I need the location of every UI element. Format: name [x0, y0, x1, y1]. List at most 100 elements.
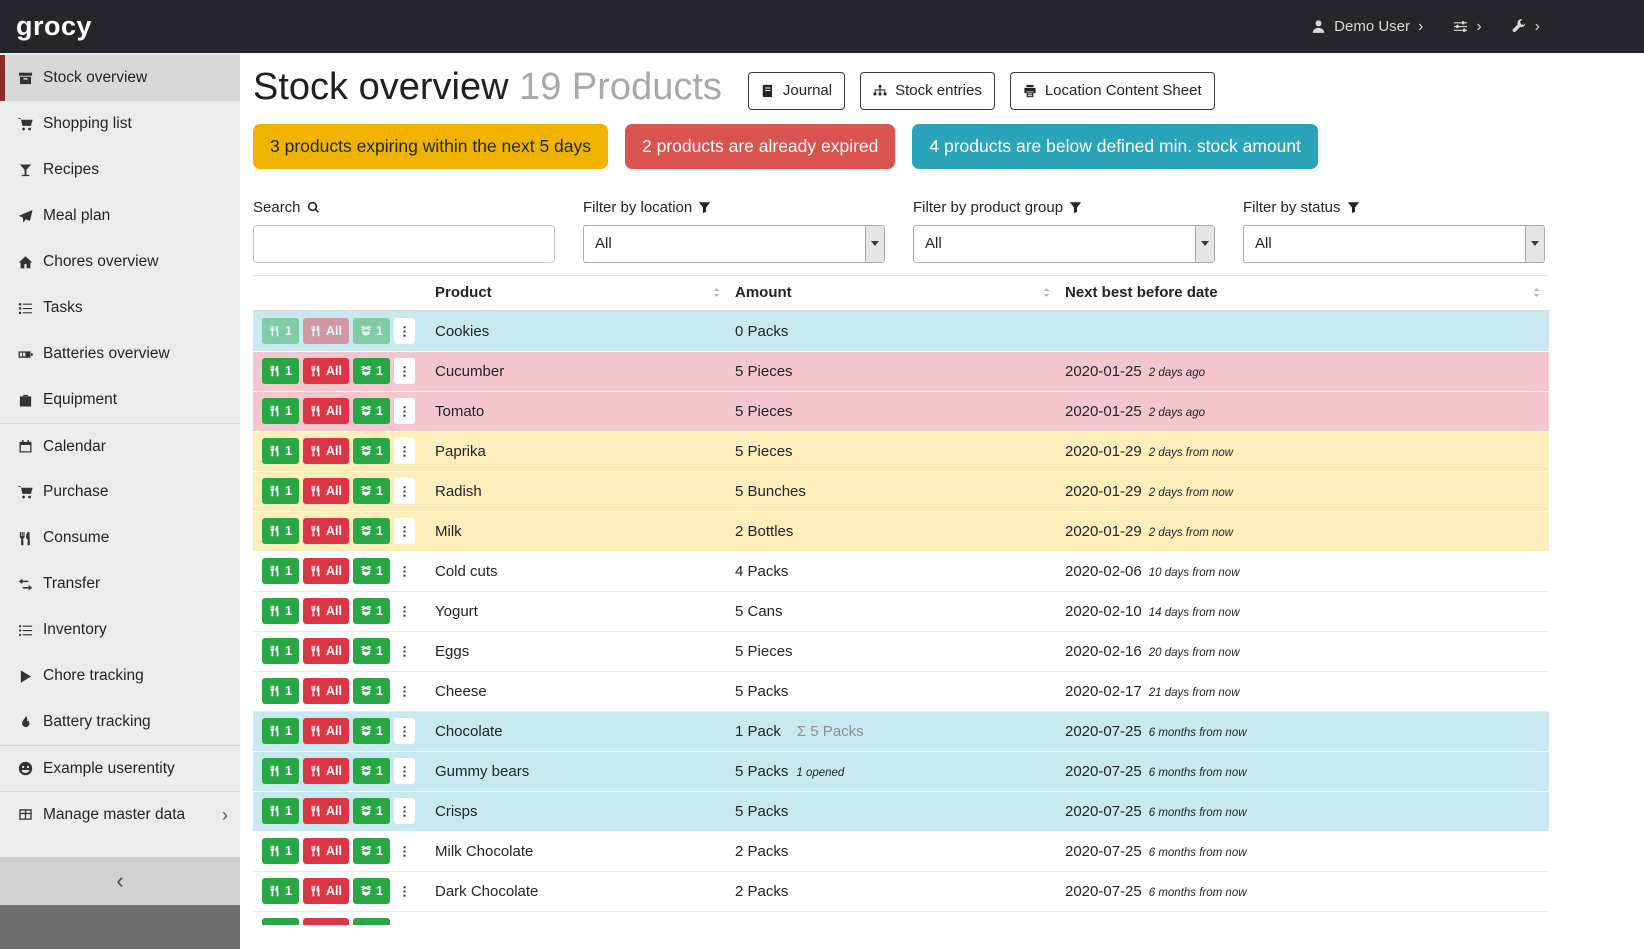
- sidebar-item-calendar[interactable]: Calendar: [0, 423, 240, 469]
- product-group-select[interactable]: All: [913, 225, 1215, 263]
- row-menu-button[interactable]: [394, 758, 415, 784]
- open-one-button[interactable]: 1: [353, 598, 390, 624]
- sidebar-item-batteries-overview[interactable]: Batteries overview: [0, 331, 240, 377]
- consume-one-button[interactable]: 1: [262, 558, 299, 584]
- admin-menu[interactable]: ›: [1512, 19, 1540, 35]
- consume-one-button[interactable]: 1: [262, 678, 299, 704]
- search-input[interactable]: [253, 225, 555, 263]
- open-one-button[interactable]: 1: [353, 878, 390, 904]
- consume-one-button[interactable]: 1: [262, 878, 299, 904]
- consume-one-button[interactable]: 1: [262, 358, 299, 384]
- consume-one-button[interactable]: 1: [262, 398, 299, 424]
- sidebar-item-chores-overview[interactable]: Chores overview: [0, 239, 240, 285]
- sidebar-item-equipment[interactable]: Equipment: [0, 377, 240, 423]
- open-one-button[interactable]: 1: [353, 438, 390, 464]
- consume-one-button[interactable]: 1: [262, 598, 299, 624]
- column-header-product[interactable]: Product: [429, 275, 729, 311]
- consume-all-button[interactable]: All: [303, 478, 349, 504]
- consume-one-button[interactable]: 1: [262, 838, 299, 864]
- consume-all-button[interactable]: All: [303, 438, 349, 464]
- sidebar-collapse-button[interactable]: ‹: [0, 857, 240, 905]
- row-menu-button[interactable]: [394, 318, 415, 344]
- open-one-button[interactable]: 1: [353, 358, 390, 384]
- alert-expiring-soon[interactable]: 3 products expiring within the next 5 da…: [253, 124, 608, 169]
- app-logo[interactable]: grocy: [16, 11, 92, 42]
- consume-one-button[interactable]: 1: [262, 638, 299, 664]
- sidebar-item-meal-plan[interactable]: Meal plan: [0, 193, 240, 239]
- open-one-button[interactable]: 1: [353, 398, 390, 424]
- alert-expired[interactable]: 2 products are already expired: [625, 124, 895, 169]
- status-select[interactable]: All: [1243, 225, 1545, 263]
- row-menu-button[interactable]: [394, 478, 415, 504]
- column-header-next-best-before-date[interactable]: Next best before date: [1059, 275, 1549, 311]
- row-menu-button[interactable]: [394, 358, 415, 384]
- sidebar-item-tasks[interactable]: Tasks: [0, 285, 240, 331]
- consume-all-button[interactable]: All: [303, 598, 349, 624]
- row-menu-button[interactable]: [394, 718, 415, 744]
- sidebar-item-purchase[interactable]: Purchase: [0, 469, 240, 515]
- row-menu-button[interactable]: [394, 518, 415, 544]
- row-menu-button[interactable]: [394, 638, 415, 664]
- sidebar-item-example-userentity[interactable]: Example userentity: [0, 745, 240, 791]
- row-menu-button[interactable]: [394, 838, 415, 864]
- consume-one-button[interactable]: 1: [262, 918, 299, 925]
- stock-entries-button[interactable]: Stock entries: [860, 72, 995, 110]
- consume-all-button[interactable]: All: [303, 638, 349, 664]
- consume-one-button[interactable]: 1: [262, 318, 299, 344]
- consume-all-button[interactable]: All: [303, 878, 349, 904]
- settings-menu[interactable]: ›: [1453, 19, 1481, 35]
- row-menu-button[interactable]: [394, 438, 415, 464]
- consume-all-button[interactable]: All: [303, 918, 349, 925]
- open-one-button[interactable]: 1: [353, 318, 390, 344]
- consume-one-button[interactable]: 1: [262, 438, 299, 464]
- open-one-button[interactable]: 1: [353, 638, 390, 664]
- consume-one-button[interactable]: 1: [262, 518, 299, 544]
- consume-one-button[interactable]: 1: [262, 798, 299, 824]
- consume-all-button[interactable]: All: [303, 718, 349, 744]
- consume-one-button[interactable]: 1: [262, 758, 299, 784]
- open-one-button[interactable]: 1: [353, 558, 390, 584]
- open-one-button[interactable]: 1: [353, 758, 390, 784]
- sidebar-item-inventory[interactable]: Inventory: [0, 607, 240, 653]
- row-menu-button[interactable]: [394, 798, 415, 824]
- row-menu-button[interactable]: [394, 598, 415, 624]
- sidebar-item-consume[interactable]: Consume: [0, 515, 240, 561]
- sidebar-item-transfer[interactable]: Transfer: [0, 561, 240, 607]
- open-one-button[interactable]: 1: [353, 678, 390, 704]
- column-header-amount[interactable]: Amount: [729, 275, 1059, 311]
- sidebar-item-chore-tracking[interactable]: Chore tracking: [0, 653, 240, 699]
- row-menu-button[interactable]: [394, 918, 415, 925]
- user-menu[interactable]: Demo User ›: [1311, 18, 1423, 35]
- open-one-button[interactable]: 1: [353, 718, 390, 744]
- consume-all-button[interactable]: All: [303, 558, 349, 584]
- journal-button[interactable]: Journal: [748, 72, 845, 110]
- open-one-button[interactable]: 1: [353, 918, 390, 925]
- row-menu-button[interactable]: [394, 398, 415, 424]
- alert-below-min-stock[interactable]: 4 products are below defined min. stock …: [912, 124, 1318, 169]
- open-one-button[interactable]: 1: [353, 798, 390, 824]
- row-menu-button[interactable]: [394, 678, 415, 704]
- open-one-button[interactable]: 1: [353, 838, 390, 864]
- location-select[interactable]: All: [583, 225, 885, 263]
- sidebar-item-stock-overview[interactable]: Stock overview: [0, 55, 240, 101]
- location-content-sheet-button[interactable]: Location Content Sheet: [1010, 72, 1215, 110]
- consume-all-button[interactable]: All: [303, 398, 349, 424]
- date-cell: 2020-02-1721 days from now: [1059, 671, 1549, 711]
- consume-all-button[interactable]: All: [303, 678, 349, 704]
- open-one-button[interactable]: 1: [353, 518, 390, 544]
- consume-one-button[interactable]: 1: [262, 478, 299, 504]
- sidebar-item-shopping-list[interactable]: Shopping list: [0, 101, 240, 147]
- consume-all-button[interactable]: All: [303, 758, 349, 784]
- consume-all-button[interactable]: All: [303, 798, 349, 824]
- consume-one-button[interactable]: 1: [262, 718, 299, 744]
- consume-all-button[interactable]: All: [303, 838, 349, 864]
- sidebar-item-recipes[interactable]: Recipes: [0, 147, 240, 193]
- row-menu-button[interactable]: [394, 878, 415, 904]
- consume-all-button[interactable]: All: [303, 518, 349, 544]
- consume-all-button[interactable]: All: [303, 358, 349, 384]
- sidebar-item-battery-tracking[interactable]: Battery tracking: [0, 699, 240, 745]
- consume-all-button[interactable]: All: [303, 318, 349, 344]
- open-one-button[interactable]: 1: [353, 478, 390, 504]
- sidebar-item-manage-master-data[interactable]: Manage master data ›: [0, 791, 240, 837]
- row-menu-button[interactable]: [394, 558, 415, 584]
